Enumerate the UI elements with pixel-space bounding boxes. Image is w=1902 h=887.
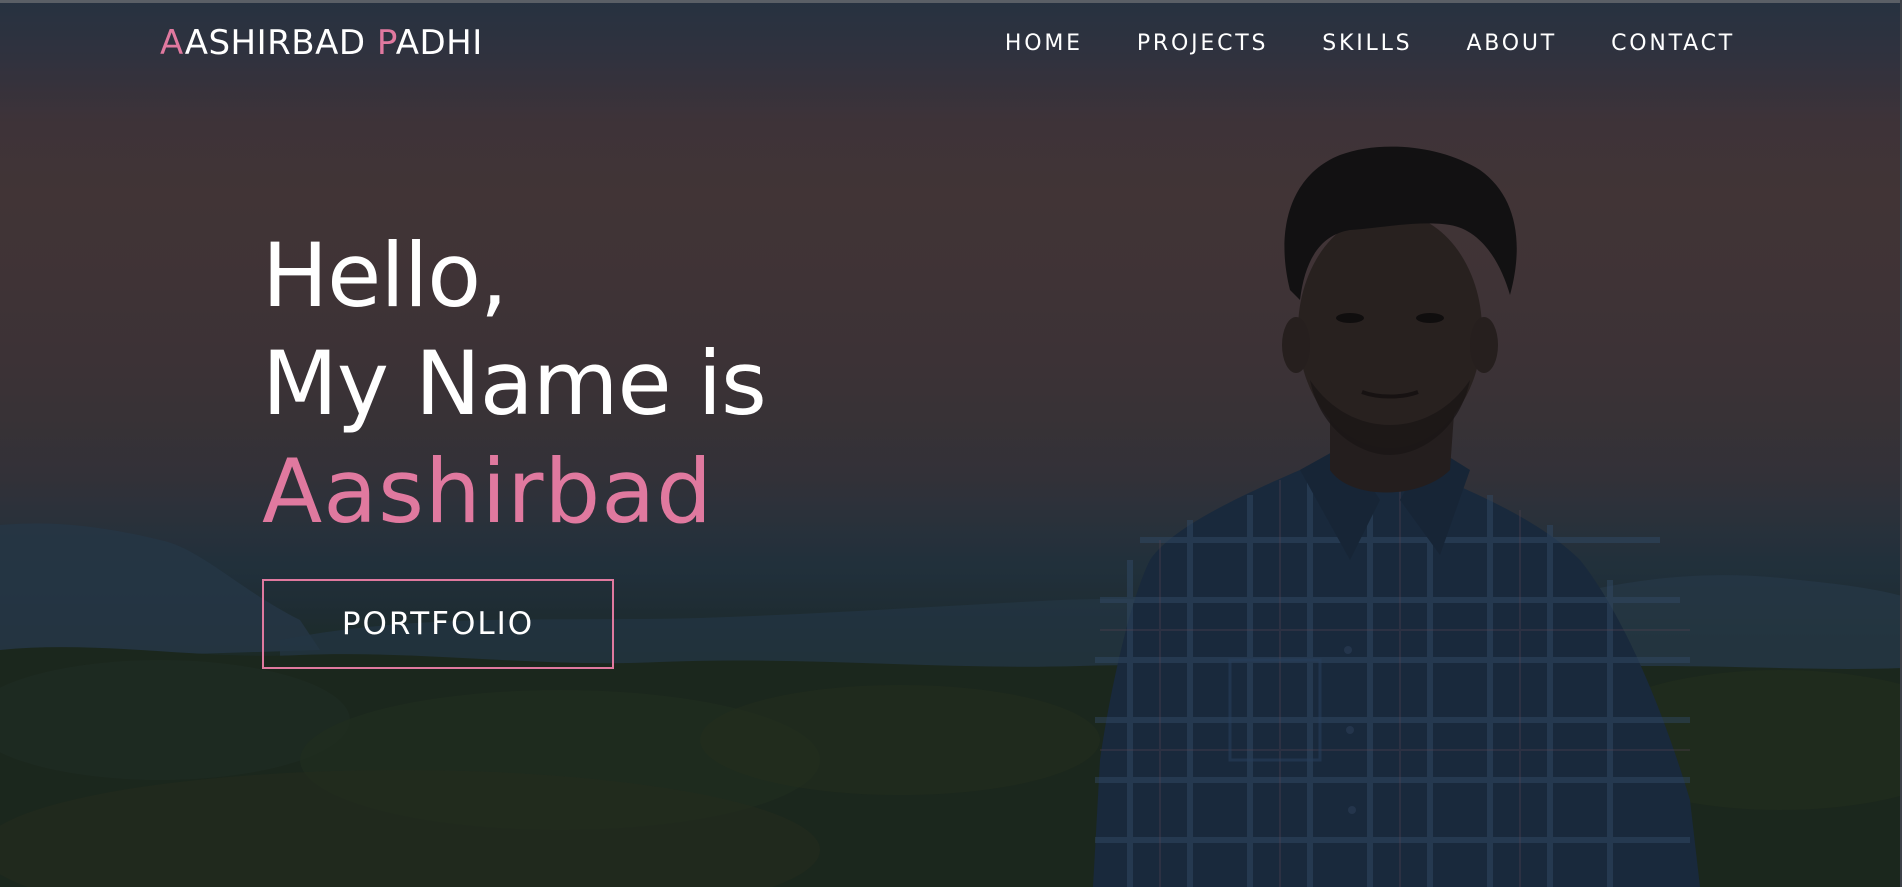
logo-first-rest: ASHIRBAD <box>184 23 366 63</box>
nav-link-skills[interactable]: SKILLS <box>1322 31 1412 56</box>
nav-link-projects[interactable]: PROJECTS <box>1137 31 1268 56</box>
nav-link-about[interactable]: ABOUT <box>1466 31 1557 56</box>
portfolio-button[interactable]: PORTFOLIO <box>262 579 614 669</box>
logo-last-rest: ADHI <box>395 23 483 63</box>
site-logo[interactable]: AASHIRBAD PADHI <box>160 23 483 63</box>
nav-links: HOME PROJECTS SKILLS ABOUT CONTACT <box>1005 31 1735 56</box>
logo-last-initial: P <box>376 23 396 63</box>
logo-first-initial: A <box>160 23 185 63</box>
greeting-line-1: Hello, <box>262 224 508 327</box>
hero-name: Aashirbad <box>262 440 714 543</box>
hero-heading: Hello, My Name is Aashirbad <box>262 222 767 546</box>
greeting-line-2: My Name is <box>262 332 767 435</box>
page: AASHIRBAD PADHI HOME PROJECTS SKILLS ABO… <box>0 0 1902 887</box>
window-top-edge <box>0 0 1902 3</box>
nav-link-home[interactable]: HOME <box>1005 31 1083 56</box>
navbar: AASHIRBAD PADHI HOME PROJECTS SKILLS ABO… <box>0 3 1902 85</box>
nav-link-contact[interactable]: CONTACT <box>1611 31 1735 56</box>
